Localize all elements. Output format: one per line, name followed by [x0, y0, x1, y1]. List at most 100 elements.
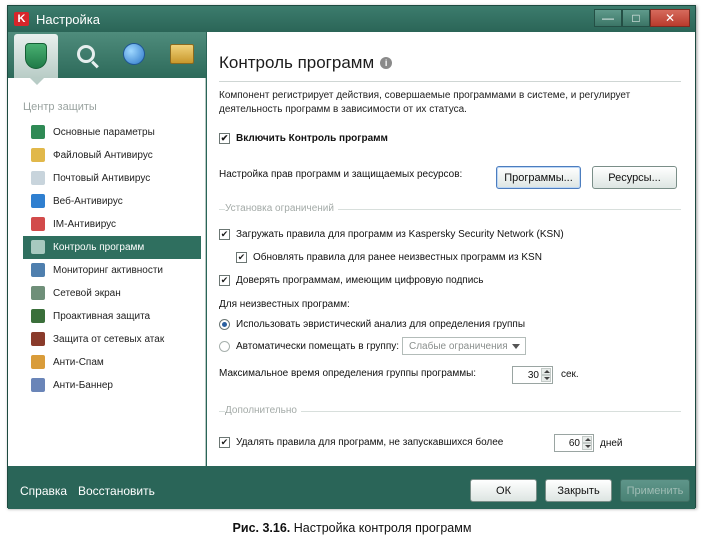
update-rules-checkbox[interactable]: ✔	[236, 252, 247, 263]
sidebar-item[interactable]: Веб-Антивирус	[23, 190, 201, 213]
chat-icon	[31, 217, 45, 231]
search-icon	[77, 45, 95, 63]
sidebar-item-label: Мониторинг активности	[53, 265, 164, 276]
globe-icon	[31, 194, 45, 208]
ksn-checkbox[interactable]: ✔	[219, 229, 230, 240]
resources-button[interactable]: Ресурсы...	[592, 166, 677, 189]
enable-label[interactable]: Включить Контроль программ	[236, 133, 388, 144]
sidebar-item-label: Контроль программ	[53, 242, 145, 253]
ksn-row: ✔ Загружать правила для программ из Kasp…	[219, 229, 564, 240]
sidebar-item[interactable]: Файловый Антивирус	[23, 144, 201, 167]
increment-icon[interactable]	[582, 436, 592, 443]
main-panel: Контроль программ i Компонент регистриру…	[207, 32, 695, 466]
shield-check-icon	[31, 309, 45, 323]
globe-icon	[123, 43, 145, 65]
delete-rules-row: ✔ Удалять правила для программ, не запус…	[219, 437, 503, 448]
divider	[219, 81, 681, 82]
filter-icon	[31, 240, 45, 254]
minimize-button[interactable]: —	[594, 9, 622, 27]
settings-window: K Настройка — □ ✕ Центр защиты Основные …	[7, 5, 696, 509]
sidebar-item[interactable]: Сетевой экран	[23, 282, 201, 305]
trust-signed-label[interactable]: Доверять программам, имеющим цифровую по…	[236, 275, 484, 286]
window-title: Настройка	[36, 12, 100, 27]
sidebar-item[interactable]: Основные параметры	[23, 121, 201, 144]
enable-checkbox[interactable]: ✔	[219, 133, 230, 144]
ok-button[interactable]: ОК	[470, 479, 537, 502]
sidebar-item[interactable]: Анти-Спам	[23, 351, 201, 374]
max-time-stepper[interactable]: 30	[512, 366, 553, 384]
envelope-warning-icon	[31, 355, 45, 369]
ksn-label[interactable]: Загружать правила для программ из Kasper…	[236, 229, 564, 240]
sidebar-item-label: IM-Антивирус	[53, 219, 117, 230]
banner-icon	[31, 378, 45, 392]
sidebar: Центр защиты Основные параметры Файловый …	[8, 32, 206, 466]
delete-rules-checkbox[interactable]: ✔	[219, 437, 230, 448]
monitor-icon	[31, 263, 45, 277]
update-rules-label[interactable]: Обновлять правила для ранее неизвестных …	[253, 252, 542, 263]
enable-row: ✔ Включить Контроль программ	[219, 133, 388, 144]
increment-icon[interactable]	[541, 368, 551, 375]
max-time-row: Максимальное время определения группы пр…	[219, 368, 476, 379]
days-value: 60	[568, 437, 580, 449]
figure-number: Рис. 3.16.	[232, 521, 291, 535]
programs-button[interactable]: Программы...	[496, 166, 581, 189]
delete-rules-label[interactable]: Удалять правила для программ, не запуска…	[236, 437, 503, 448]
shield-icon	[25, 43, 47, 69]
sidebar-item[interactable]: Почтовый Антивирус	[23, 167, 201, 190]
max-time-value: 30	[527, 369, 539, 381]
days-stepper[interactable]: 60	[554, 434, 594, 452]
tab-scan[interactable]	[64, 34, 108, 74]
tab-advanced[interactable]	[160, 34, 204, 74]
max-time-unit-row: сек.	[561, 369, 579, 380]
days-unit-row: дней	[600, 438, 623, 449]
tab-protection[interactable]	[14, 34, 58, 78]
help-link[interactable]: Справка	[20, 484, 67, 498]
sidebar-item-label: Сетевой экран	[53, 288, 121, 299]
computer-icon	[31, 332, 45, 346]
sidebar-item-label: Защита от сетевых атак	[53, 334, 165, 345]
component-description: Компонент регистрирует действия, соверша…	[219, 90, 631, 115]
sidebar-item[interactable]: Защита от сетевых атак	[23, 328, 201, 351]
sidebar-item[interactable]: Анти-Баннер	[23, 374, 201, 397]
figure-caption: Рис. 3.16. Настройка контроля программ	[0, 521, 704, 535]
folder-icon	[31, 148, 45, 162]
group-title-restrictions: Установка ограничений	[225, 203, 338, 214]
shield-icon	[31, 125, 45, 139]
heuristic-label[interactable]: Использовать эвристический анализ для оп…	[236, 319, 525, 330]
group-select-value: Слабые ограничения	[409, 340, 508, 352]
active-tab-pointer	[30, 78, 44, 85]
category-tabs	[8, 32, 206, 78]
close-window-button[interactable]: ✕	[650, 9, 690, 27]
title-bar[interactable]: K Настройка — □ ✕	[8, 6, 695, 32]
sidebar-item-label: Основные параметры	[53, 127, 155, 138]
max-time-unit: сек.	[561, 369, 579, 380]
sidebar-item[interactable]: Проактивная защита	[23, 305, 201, 328]
sidebar-item[interactable]: Мониторинг активности	[23, 259, 201, 282]
restore-link[interactable]: Восстановить	[78, 484, 155, 498]
maximize-button[interactable]: □	[622, 9, 650, 27]
sidebar-item-label: Проактивная защита	[53, 311, 151, 322]
close-button[interactable]: Закрыть	[545, 479, 612, 502]
unknown-programs-label: Для неизвестных программ:	[219, 299, 350, 310]
heuristic-radio[interactable]	[219, 319, 230, 330]
decrement-icon[interactable]	[541, 375, 551, 382]
group-select[interactable]: Слабые ограничения	[402, 337, 526, 355]
sidebar-item[interactable]: IM-Антивирус	[23, 213, 201, 236]
page-title-text: Контроль программ	[219, 53, 375, 72]
briefcase-icon	[170, 44, 194, 64]
days-unit: дней	[600, 438, 623, 449]
auto-group-radio[interactable]	[219, 341, 230, 352]
decrement-icon[interactable]	[582, 443, 592, 450]
apply-button[interactable]: Применить	[620, 479, 690, 502]
update-rules-row: ✔ Обновлять правила для ранее неизвестны…	[236, 252, 542, 263]
section-title: Центр защиты	[23, 101, 97, 113]
sidebar-item[interactable]: Контроль программ	[23, 236, 201, 259]
info-icon[interactable]: i	[380, 57, 393, 69]
auto-group-label[interactable]: Автоматически помещать в группу:	[236, 341, 399, 352]
sidebar-item-label: Веб-Антивирус	[53, 196, 123, 207]
chevron-down-icon	[512, 344, 520, 349]
window-controls: — □ ✕	[594, 9, 690, 27]
tab-update[interactable]	[112, 34, 156, 74]
trust-signed-checkbox[interactable]: ✔	[219, 275, 230, 286]
unknown-programs-row: Для неизвестных программ:	[219, 299, 350, 310]
